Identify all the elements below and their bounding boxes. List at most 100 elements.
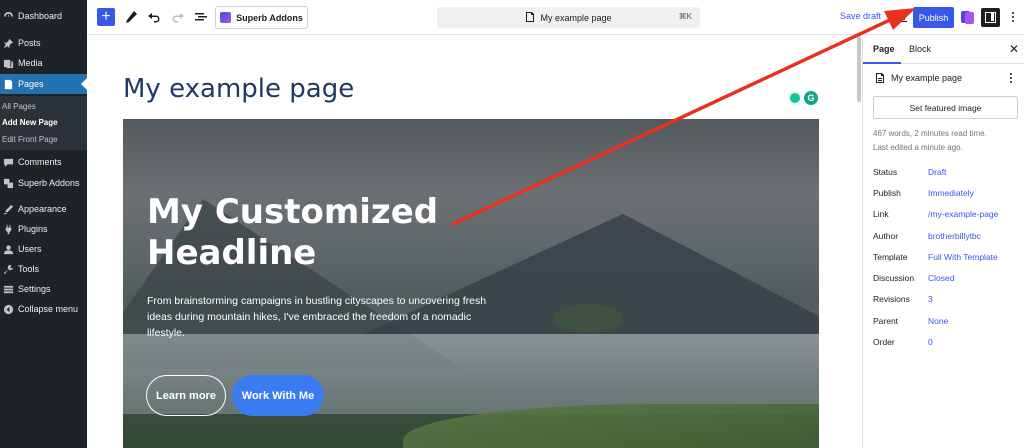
admin-sidebar: Dashboard Posts Media Pages All Pages Ad… [0,0,87,448]
editor-toolbar: + Superb Addons My example page ⌘K Save … [87,0,1024,35]
sidebar-item-users[interactable]: Users [0,239,87,259]
sidebar-item-posts[interactable]: Posts [0,33,87,53]
revisions-value[interactable]: 3 [928,294,933,304]
hero-body-text[interactable]: From brainstorming campaigns in bustling… [147,293,507,341]
block-inserter-button[interactable]: + [97,8,115,26]
settings-sidebar: Page Block ✕ My example page Set feature… [863,35,1024,448]
link-value[interactable]: /my-example-page [928,209,998,219]
canvas-scrollbar[interactable] [857,36,861,102]
editor-canvas: My example page G My Customized Headline… [87,36,863,448]
post-title: My example page [891,73,963,83]
sidebar-item-label: Settings [18,284,51,294]
order-label: Order [873,337,895,347]
set-featured-image-button[interactable]: Set featured image [873,96,1018,119]
page-icon [525,11,535,24]
work-with-me-button[interactable]: Work With Me [232,375,324,416]
sidebar-item-label: Appearance [18,204,67,214]
more-options-icon[interactable] [1008,8,1018,26]
sidebar-item-pages[interactable]: Pages [0,74,87,94]
sidebar-item-tools[interactable]: Tools [0,259,87,279]
sidebar-item-label: Media [18,58,43,68]
order-value[interactable]: 0 [928,337,933,347]
sidebar-item-label: Comments [18,157,62,167]
publish-label: Publish [873,188,901,198]
post-actions-icon[interactable] [1010,73,1012,83]
submenu-add-new-page[interactable]: Add New Page [2,118,58,127]
grammarly-icon[interactable]: G [804,91,818,105]
superb-addons-toolbar-icon[interactable] [961,10,974,24]
sidebar-item-appearance[interactable]: Appearance [0,199,87,219]
discussion-label: Discussion [873,273,915,283]
sidebar-item-label: Posts [18,38,41,48]
superb-addons-logo-icon [220,12,232,23]
publish-value[interactable]: Immediately [928,188,974,198]
redo-icon[interactable] [170,9,186,25]
pages-icon [2,78,14,90]
word-count: 467 words, 2 minutes read time. [873,129,987,138]
cover-block[interactable]: My Customized Headline From brainstormin… [123,119,819,448]
learn-more-button[interactable]: Learn more [146,375,226,416]
tools-icon [2,263,14,275]
document-overview-icon[interactable] [193,9,209,25]
dashboard-icon [2,10,14,22]
settings-sidebar-toggle[interactable] [981,8,1000,27]
page-icon [876,73,884,83]
users-icon [2,243,14,255]
submenu-edit-front-page[interactable]: Edit Front Page [2,135,58,144]
superb-addons-label: Superb Addons [236,12,303,23]
grammarly-widget[interactable]: G [788,91,818,105]
sidebar-item-superb-addons[interactable]: Superb Addons [0,173,87,193]
submenu-all-pages[interactable]: All Pages [2,102,36,111]
undo-icon[interactable] [146,9,162,25]
sidebar-panel-icon [985,12,996,23]
sidebar-item-label: Plugins [18,224,48,234]
parent-value[interactable]: None [928,316,948,326]
tab-block[interactable]: Block [909,44,931,54]
close-icon[interactable]: ✕ [1009,42,1019,56]
active-tab-indicator [863,62,901,64]
status-value[interactable]: Draft [928,167,946,177]
superb-addons-button[interactable]: Superb Addons [215,6,308,29]
sidebar-item-comments[interactable]: Comments [0,152,87,172]
publish-button[interactable]: Publish [913,7,954,28]
document-bar[interactable]: My example page ⌘K [437,7,700,28]
sidebar-item-settings[interactable]: Settings [0,279,87,299]
sidebar-item-label: Collapse menu [18,304,79,314]
revisions-label: Revisions [873,294,910,304]
cover-image-island [553,304,623,332]
cover-image-lake [123,334,819,414]
status-label: Status [873,167,898,177]
tab-page[interactable]: Page [873,44,895,54]
edit-tool-icon[interactable] [123,9,139,25]
sidebar-item-dashboard[interactable]: Dashboard [0,6,87,26]
template-value[interactable]: Full With Template [928,252,998,262]
parent-label: Parent [873,316,899,326]
pin-icon [2,37,14,49]
settings-icon [2,283,14,295]
sidebar-item-collapse-menu[interactable]: Collapse menu [0,299,87,319]
preview-desktop-icon[interactable] [893,10,907,24]
grammarly-bulb-icon[interactable] [788,91,802,105]
page-title[interactable]: My example page [123,74,354,104]
sidebar-item-label: Pages [18,79,44,89]
save-draft-button[interactable]: Save draft [840,11,881,21]
hero-headline[interactable]: My Customized Headline [147,192,467,274]
template-label: Template [873,252,908,262]
author-label: Author [873,231,899,241]
last-edited: Last edited a minute ago. [873,143,963,152]
collapse-icon [2,303,14,315]
author-value[interactable]: brotherbillytbc [928,231,981,241]
sidebar-item-label: Users [18,244,42,254]
sidebar-item-label: Tools [18,264,40,274]
sidebar-item-label: Superb Addons [18,178,80,188]
media-icon [2,57,14,69]
plugins-icon [2,223,14,235]
superb-addons-icon [2,177,14,189]
link-label: Link [873,209,889,219]
document-title: My example page [540,12,612,23]
discussion-value[interactable]: Closed [928,273,954,283]
sidebar-item-plugins[interactable]: Plugins [0,219,87,239]
settings-tabs: Page Block ✕ [863,35,1024,64]
comments-icon [2,156,14,168]
sidebar-item-media[interactable]: Media [0,53,87,73]
